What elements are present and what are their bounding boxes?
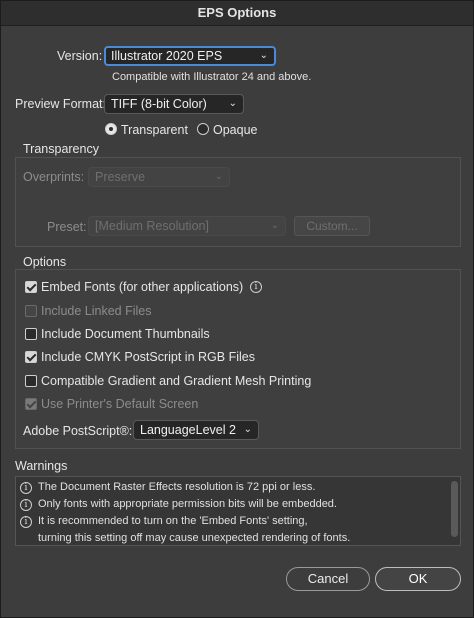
transparency-group-title: Transparency — [23, 142, 99, 156]
chevron-down-icon: ⌄ — [270, 220, 279, 231]
ok-button[interactable]: OK — [375, 567, 461, 591]
warning-item: It is recommended to turn on the 'Embed … — [38, 515, 308, 527]
embed-fonts-checkbox[interactable] — [25, 281, 37, 293]
printer-default-screen-label[interactable]: Use Printer's Default Screen — [41, 397, 198, 411]
version-value: Illustrator 2020 EPS — [111, 49, 223, 63]
warning-item-continued: turning this setting off may cause unexp… — [38, 532, 351, 544]
include-linked-files-label[interactable]: Include Linked Files — [41, 304, 151, 318]
radio-opaque-label[interactable]: Opaque — [213, 123, 257, 137]
overprints-select[interactable]: Preserve ⌄ — [88, 167, 230, 187]
embed-fonts-label[interactable]: Embed Fonts (for other applications) — [41, 280, 243, 294]
postscript-select[interactable]: LanguageLevel 2 ⌄ — [133, 420, 259, 440]
options-group: Embed Fonts (for other applications) i I… — [15, 269, 461, 449]
preview-format-value: TIFF (8-bit Color) — [111, 97, 207, 111]
window-title: EPS Options — [1, 1, 473, 26]
info-icon: i — [20, 499, 32, 511]
info-icon: i — [20, 482, 32, 494]
include-linked-files-checkbox[interactable] — [25, 305, 37, 317]
warnings-title: Warnings — [15, 459, 68, 473]
radio-transparent-label[interactable]: Transparent — [121, 123, 188, 137]
chevron-down-icon: ⌄ — [243, 424, 252, 435]
postscript-value: LanguageLevel 2 — [140, 423, 236, 437]
info-icon[interactable]: i — [250, 281, 262, 293]
compatible-gradient-checkbox[interactable] — [25, 375, 37, 387]
chevron-down-icon: ⌄ — [214, 171, 223, 182]
compatible-gradient-label[interactable]: Compatible Gradient and Gradient Mesh Pr… — [41, 374, 311, 388]
include-thumbnails-checkbox[interactable] — [25, 328, 37, 340]
chevron-down-icon: ⌄ — [228, 98, 237, 109]
version-label: Version: — [57, 49, 103, 63]
preset-label: Preset: — [47, 220, 87, 234]
postscript-label: Adobe PostScript®: — [23, 424, 133, 438]
preset-select[interactable]: [Medium Resolution] ⌄ — [88, 216, 286, 236]
transparency-group: Overprints: Preserve ⌄ Preset: [Medium R… — [15, 157, 461, 247]
preview-format-label: Preview Format: — [15, 97, 106, 111]
chevron-down-icon: ⌄ — [259, 50, 268, 61]
custom-button[interactable]: Custom... — [294, 216, 370, 236]
version-compat-note: Compatible with Illustrator 24 and above… — [112, 71, 312, 83]
options-group-title: Options — [23, 255, 67, 269]
warnings-list[interactable]: i The Document Raster Effects resolution… — [15, 476, 461, 546]
version-select[interactable]: Illustrator 2020 EPS ⌄ — [104, 46, 276, 66]
preset-value: [Medium Resolution] — [95, 219, 209, 233]
radio-transparent[interactable] — [105, 123, 117, 135]
eps-options-dialog: EPS Options Version: Illustrator 2020 EP… — [0, 0, 474, 618]
preview-format-select[interactable]: TIFF (8-bit Color) ⌄ — [104, 94, 244, 114]
warning-item: Only fonts with appropriate permission b… — [38, 498, 337, 510]
info-icon: i — [20, 516, 32, 528]
overprints-label: Overprints: — [23, 170, 85, 184]
include-thumbnails-label[interactable]: Include Document Thumbnails — [41, 327, 210, 341]
cancel-button[interactable]: Cancel — [286, 567, 370, 591]
warnings-scrollbar[interactable] — [451, 481, 458, 537]
radio-opaque[interactable] — [197, 123, 209, 135]
include-cmyk-checkbox[interactable] — [25, 351, 37, 363]
overprints-value: Preserve — [95, 170, 146, 184]
include-cmyk-label[interactable]: Include CMYK PostScript in RGB Files — [41, 350, 255, 364]
warning-item: The Document Raster Effects resolution i… — [38, 481, 316, 493]
printer-default-screen-checkbox[interactable] — [25, 398, 37, 410]
